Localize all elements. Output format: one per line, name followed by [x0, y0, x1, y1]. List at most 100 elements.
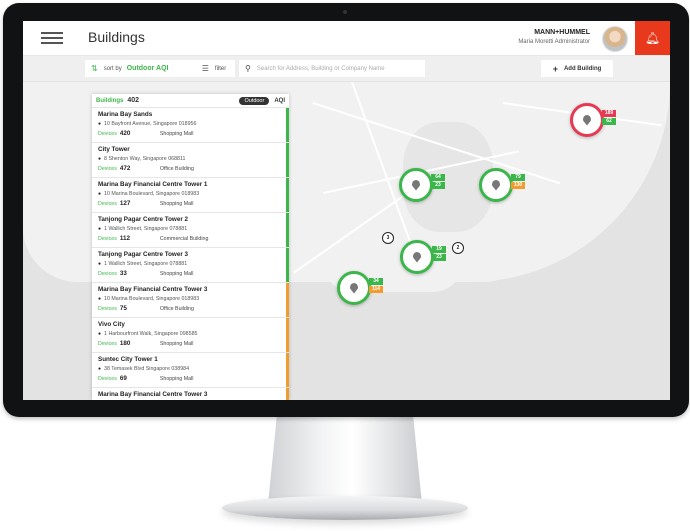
location-pin-icon: ●	[98, 191, 102, 197]
building-meta: Devices 127 Shopping Mall	[98, 200, 281, 207]
devices-count: 112	[119, 235, 131, 242]
list-item[interactable]: Tanjong Pagar Centre Tower 2 ● 1 Wallich S…	[92, 213, 289, 248]
devices-count: 75	[119, 305, 127, 312]
devices-label: Devices	[98, 271, 117, 277]
building-type: Shopping Mall	[159, 376, 194, 382]
map-pin-icon	[350, 282, 358, 294]
sort-value: Outdoor AQI	[126, 65, 169, 72]
location-pin-icon: ●	[98, 226, 102, 232]
buildings-list: Marina Bay Sands ● 10 Bayfront Avenue, Sin…	[92, 108, 289, 400]
devices-label: Devices	[98, 201, 117, 207]
building-name: Marina Bay Financial Centre Tower 1	[98, 181, 208, 188]
cluster-marker[interactable]: 3	[382, 232, 394, 244]
map-island	[453, 252, 513, 282]
devices-label: Devices	[98, 376, 117, 382]
marker-aqi-top: 64	[431, 174, 445, 181]
building-meta: Devices 420 Shopping Mall	[98, 130, 281, 137]
devices-label: Devices	[98, 131, 117, 137]
notification-bell-icon[interactable]: 🔔︎	[635, 21, 670, 55]
status-bar	[286, 178, 289, 212]
building-meta: Devices 180 Shopping Mall	[98, 340, 281, 347]
building-marker[interactable]	[400, 240, 434, 274]
building-type: Office Building	[159, 306, 194, 312]
app-screen: Buildings MANN+HUMMEL Maria Moretti Admi…	[23, 21, 670, 400]
devices-label: Devices	[98, 341, 117, 347]
menu-icon[interactable]	[41, 32, 63, 44]
sort-arrows-icon: ⇅	[91, 64, 98, 73]
buildings-list-panel: Buildings 402 Outdoor AQI Marina Bay San…	[92, 94, 289, 400]
map-pin-icon	[413, 251, 421, 263]
building-marker[interactable]	[570, 103, 604, 137]
sort-label: sort by	[103, 65, 122, 72]
devices-count: 33	[119, 270, 127, 277]
list-header: Buildings 402 Outdoor AQI	[92, 94, 289, 108]
list-item[interactable]: Marina Bay Financial Centre Tower 3 ● 10 M…	[92, 283, 289, 318]
building-marker[interactable]	[399, 168, 433, 202]
building-type: Shopping Mall	[159, 271, 194, 277]
status-bar	[286, 388, 289, 400]
map-pin-icon	[583, 114, 591, 126]
building-address: ● 10 Marina Boulevard, Singapore 018983	[98, 296, 281, 302]
list-item[interactable]: Marina Bay Financial Centre Tower 1 ● 10 M…	[92, 178, 289, 213]
buildings-label: Buildings	[96, 97, 124, 104]
building-type: Shopping Mall	[159, 201, 194, 207]
aqi-toggle[interactable]: AQI	[274, 98, 285, 104]
building-address: ● 10 Bayfront Avenue, Singapore 018956	[98, 121, 281, 127]
building-name: Vivo City	[98, 321, 125, 328]
building-address: ● 1 Wallich Street, Singapore 078881	[98, 226, 281, 232]
add-building-button[interactable]: + Add Building	[541, 60, 613, 77]
marker-aqi-top: 19	[432, 246, 446, 253]
building-meta: Devices 75 Office Building	[98, 305, 281, 312]
status-bar	[286, 248, 289, 282]
marker-aqi-top: 79	[511, 174, 525, 181]
search-input[interactable]: ⚲ Search for Address, Building or Compan…	[239, 60, 425, 77]
building-name: Tanjong Pagar Centre Tower 2	[98, 216, 189, 223]
list-item[interactable]: Suntec City Tower 1 ● 38 Temasek Blvd Sing…	[92, 353, 289, 388]
status-bar	[286, 213, 289, 247]
list-item[interactable]: Marina Bay Sands ● 10 Bayfront Avenue, Sin…	[92, 108, 289, 143]
cluster-marker[interactable]: 2	[452, 242, 464, 254]
building-type: Commercial Building	[159, 236, 209, 242]
address-text: 10 Bayfront Avenue, Singapore 018956	[104, 121, 197, 127]
map-pin-icon	[412, 179, 420, 191]
status-bar	[286, 318, 289, 352]
list-item[interactable]: Marina Bay Financial Centre Tower 3	[92, 388, 289, 400]
avatar[interactable]	[602, 26, 628, 52]
brand-logo: MANN+HUMMEL	[534, 29, 590, 36]
marker-aqi-bottom: 114	[369, 286, 383, 293]
buildings-count: 402	[127, 97, 140, 104]
building-marker[interactable]	[479, 168, 513, 202]
list-item[interactable]: Vivo City ● 1 Harbourfront Walk, Singapore…	[92, 318, 289, 353]
location-pin-icon: ●	[98, 296, 102, 302]
building-name: Marina Bay Financial Centre Tower 3	[98, 391, 208, 398]
toolbar: ⇅ sort by Outdoor AQI ☰ filter ⚲ Search …	[23, 56, 670, 82]
user-name[interactable]: Maria Moretti Administrator	[518, 39, 590, 45]
address-text: 10 Marina Boulevard, Singapore 018983	[104, 296, 200, 302]
building-type: Shopping Mall	[159, 131, 194, 137]
list-item[interactable]: City Tower ● 8 Shenton Way, Singapore 0688…	[92, 143, 289, 178]
list-item[interactable]: Tanjong Pagar Centre Tower 3 ● 1 Wallich S…	[92, 248, 289, 283]
page-title: Buildings	[88, 29, 145, 45]
devices-label: Devices	[98, 236, 117, 242]
outdoor-toggle[interactable]: Outdoor	[239, 96, 270, 105]
building-meta: Devices 33 Shopping Mall	[98, 270, 281, 277]
address-text: 1 Harbourfront Walk, Singapore 098585	[104, 331, 198, 337]
address-text: 38 Temasek Blvd Singapore 038984	[104, 366, 190, 372]
building-marker[interactable]	[337, 271, 371, 305]
app-header: Buildings MANN+HUMMEL Maria Moretti Admi…	[23, 21, 670, 56]
marker-aqi-bottom: 130	[511, 182, 525, 189]
building-meta: Devices 69 Shopping Mall	[98, 375, 281, 382]
location-pin-icon: ●	[98, 366, 102, 372]
location-pin-icon: ●	[98, 261, 102, 267]
building-meta: Devices 112 Commercial Building	[98, 235, 281, 242]
marker-aqi-bottom: 62	[602, 118, 616, 125]
sort-control[interactable]: ⇅ sort by Outdoor AQI	[85, 60, 196, 77]
building-type: Office Building	[159, 166, 194, 172]
filter-label: filter	[214, 65, 227, 72]
filter-button[interactable]: ☰ filter	[193, 60, 235, 77]
building-address: ● 1 Harbourfront Walk, Singapore 098585	[98, 331, 281, 337]
map-pin-icon	[492, 179, 500, 191]
address-text: 1 Wallich Street, Singapore 078881	[104, 261, 188, 267]
building-name: City Tower	[98, 146, 130, 153]
search-icon: ⚲	[245, 64, 251, 73]
